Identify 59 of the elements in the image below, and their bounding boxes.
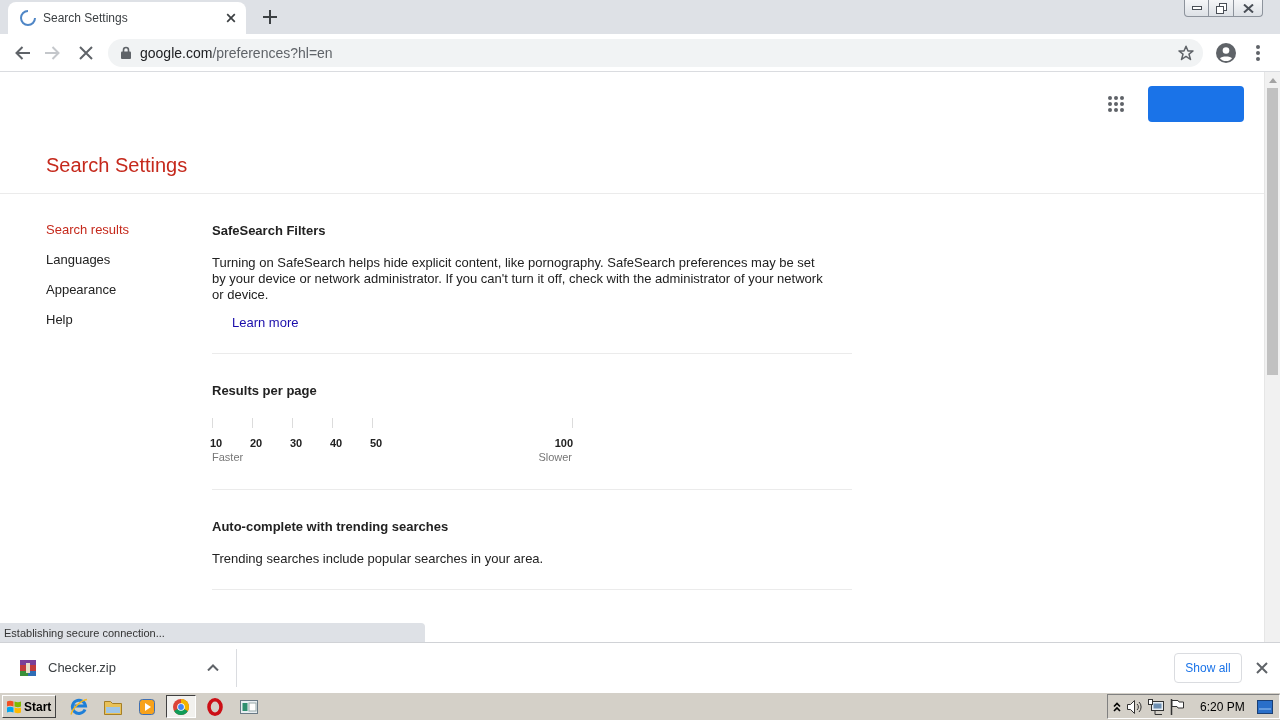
learn-more-link[interactable]: Learn more [232, 315, 299, 331]
scale-value: 20 [250, 437, 263, 450]
page-title: Search Settings [46, 153, 188, 177]
scrollbar-track[interactable] [1264, 72, 1280, 642]
network-icon[interactable] [1148, 698, 1164, 715]
scale-caption: Slower [538, 451, 572, 464]
restore-icon [1215, 2, 1227, 14]
double-caret-icon[interactable] [1113, 701, 1121, 712]
scale-value: 10 [210, 437, 223, 450]
close-icon[interactable] [1256, 661, 1268, 674]
show-all-button[interactable]: Show all [1174, 652, 1242, 683]
ring-icon [207, 697, 223, 716]
section-heading: SafeSearch Filters [212, 223, 327, 239]
taskbar-clock: 6:20 PM [1200, 699, 1245, 714]
restore-button[interactable] [1209, 0, 1234, 17]
status-text: Establishing secure connection... [0, 623, 425, 642]
section-text: Turning on SafeSearch helps hide explicit content, like pornography. SafeSearch preferences may be set by your device or network administrator. If you can't turn it off, check with the administrator of your network or device. [212, 255, 824, 303]
nav-link[interactable]: Search results [46, 222, 130, 238]
scale-value: 100 [554, 437, 573, 450]
nav-link[interactable]: Appearance [46, 282, 117, 298]
flag-icon[interactable] [1170, 698, 1184, 715]
play-icon [139, 698, 155, 715]
lock-icon [121, 46, 131, 59]
section-text: Trending searches include popular searches in your area. [212, 551, 545, 567]
scale-caption: Faster [212, 451, 244, 464]
speaker-icon[interactable] [1127, 698, 1142, 715]
close-window-button[interactable] [1234, 0, 1263, 17]
screen-icon[interactable] [1256, 699, 1273, 714]
apps-grid-icon[interactable] [1108, 96, 1124, 112]
circle-logo-icon [173, 698, 189, 715]
nav-link[interactable]: Help [46, 312, 73, 328]
flag-logo-icon [6, 698, 22, 715]
address-field[interactable]: google.com/preferences?hl=en [108, 38, 1203, 67]
taskbar-button[interactable] [166, 695, 196, 718]
close-icon[interactable] [226, 13, 236, 23]
nav-link[interactable]: Languages [46, 252, 111, 268]
scale-value: 50 [370, 437, 383, 450]
plus-icon[interactable] [263, 10, 277, 24]
window-icon [240, 699, 258, 714]
scale-value: 30 [290, 437, 303, 450]
stop-icon[interactable] [79, 45, 93, 60]
download-item[interactable]: Checker.zip [0, 648, 116, 687]
archive-icon [20, 659, 36, 676]
account-icon[interactable] [1216, 42, 1236, 63]
minimize-icon [1191, 6, 1202, 10]
section-heading: Results per page [212, 383, 318, 399]
scale-value: 40 [330, 437, 343, 450]
section-heading: Auto-complete with trending searches [212, 519, 450, 535]
folder-icon [104, 698, 122, 715]
browser-tab[interactable]: Search Settings [8, 2, 246, 34]
e-icon [70, 697, 88, 716]
caret-up-icon[interactable] [207, 664, 219, 671]
menu-icon[interactable] [1256, 44, 1260, 61]
start-button[interactable]: Start [2, 695, 56, 718]
back-arrow-icon[interactable] [14, 44, 30, 61]
scrollbar-thumb[interactable] [1267, 88, 1278, 375]
close-icon [1242, 3, 1254, 13]
star-icon[interactable] [1178, 44, 1194, 61]
minimize-button[interactable] [1184, 0, 1209, 17]
